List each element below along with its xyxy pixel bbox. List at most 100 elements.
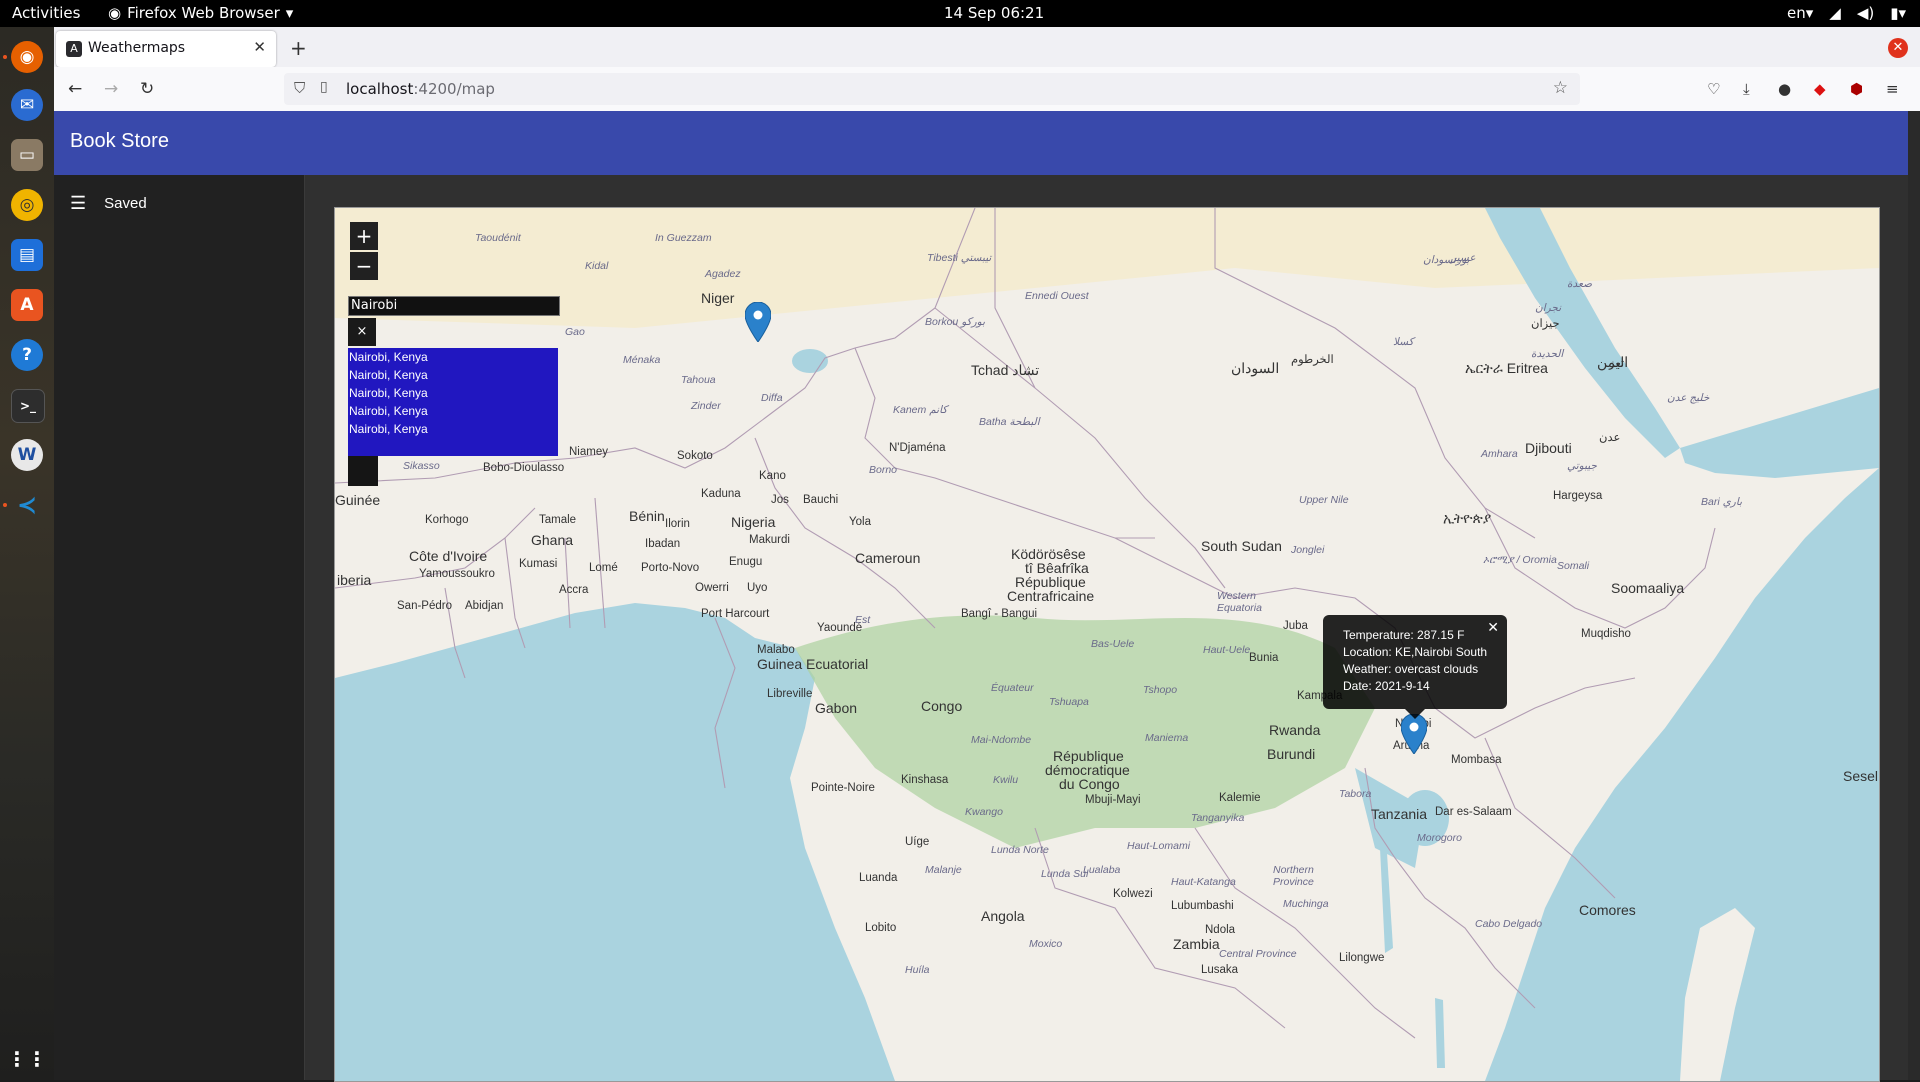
- map-label-tahoua: Tahoua: [681, 374, 716, 386]
- map-label-pointe-noire: Pointe-Noire: [811, 782, 875, 794]
- map-label-diffa: Diffa: [761, 392, 783, 404]
- files-icon[interactable]: ▭: [11, 139, 43, 171]
- ublock-icon[interactable]: ⬢: [1850, 80, 1863, 98]
- app-toolbar: Book Store: [54, 111, 1908, 175]
- bookmark-star-icon[interactable]: ☆: [1553, 78, 1568, 98]
- url-text[interactable]: localhost:4200/map: [346, 80, 495, 98]
- location-search-input[interactable]: Nairobi: [348, 296, 560, 316]
- libreoffice-icon[interactable]: W: [11, 439, 43, 471]
- map-label-agadez: Agadez: [705, 268, 741, 280]
- map-label-niger: Niger: [701, 290, 735, 306]
- map-label-abidjan: Abidjan: [465, 600, 504, 612]
- url-path: :4200/map: [413, 80, 495, 98]
- map-label-moxico: Moxico: [1029, 938, 1063, 950]
- downloads-icon[interactable]: ⤓: [1743, 80, 1750, 98]
- terminal-icon[interactable]: >_: [11, 389, 45, 423]
- search-result-item[interactable]: Nairobi, Kenya: [348, 384, 558, 402]
- page-scrollbar[interactable]: [1908, 111, 1920, 1080]
- extension-shield-icon[interactable]: ◆: [1814, 80, 1826, 98]
- thunderbird-icon[interactable]: ✉: [11, 89, 43, 121]
- map-label-bunia: Bunia: [1249, 652, 1279, 664]
- map-label-huila: Huíla: [905, 964, 930, 976]
- popup-close-icon[interactable]: ✕: [1487, 619, 1499, 636]
- writer-icon[interactable]: ▤: [11, 239, 43, 271]
- map-label-sesel: Sesel: [1843, 768, 1879, 784]
- activities-button[interactable]: Activities: [12, 4, 80, 22]
- map-label-equateur: Équateur: [991, 682, 1034, 694]
- map-label-malanje: Malanje: [925, 864, 962, 876]
- map-label-djibouti: Djibouti: [1525, 440, 1572, 456]
- language-indicator[interactable]: en▾: [1787, 4, 1813, 22]
- map-label-rca2: Centrafricaine: [1007, 588, 1095, 604]
- map-label-oromia: ኦሮሚያ / Oromia: [1483, 554, 1557, 566]
- map-label-ibadan: Ibadan: [645, 538, 681, 550]
- map-label-taiz: تعز: [1609, 358, 1625, 370]
- map-label-muqdisho: Muqdisho: [1581, 628, 1631, 640]
- pocket-icon[interactable]: ♡: [1707, 80, 1720, 98]
- vscode-icon[interactable]: ≺: [11, 489, 43, 521]
- map-label-makurdi: Makurdi: [749, 534, 790, 546]
- popup-tip: [1405, 709, 1425, 719]
- map-label-haut-uele: Haut-Uele: [1203, 644, 1251, 656]
- wifi-icon: ◢: [1829, 4, 1841, 22]
- map-label-kolwezi: Kolwezi: [1113, 888, 1153, 900]
- clock[interactable]: 14 Sep 06:21: [944, 4, 1044, 22]
- back-icon[interactable]: ←: [68, 79, 82, 99]
- map-label-dar-es-salaam: Dar es-Salaam: [1435, 806, 1512, 818]
- map-label-zambia: Zambia: [1173, 936, 1220, 952]
- popup-date: Date: 2021-9-14: [1343, 679, 1430, 693]
- tab-strip: [54, 27, 1920, 67]
- search-toggle-button[interactable]: [348, 456, 378, 486]
- url-bar[interactable]: ⛉ ▯ localhost:4200/map ☆: [284, 73, 1580, 105]
- map-label-port-harcourt: Port Harcourt: [701, 608, 770, 620]
- map-label-yola: Yola: [849, 516, 871, 528]
- software-icon[interactable]: A: [11, 289, 43, 321]
- language-label: en: [1786, 4, 1806, 22]
- map-label-jos: Jos: [771, 494, 789, 506]
- extension-spy-icon[interactable]: ●: [1778, 80, 1791, 98]
- map-label-lualaba: Lualaba: [1083, 864, 1121, 876]
- rhythmbox-icon[interactable]: ◎: [11, 189, 43, 221]
- grid-icon[interactable]: ⋮⋮: [7, 1043, 47, 1075]
- map-marker-icon[interactable]: [745, 302, 771, 342]
- sidenav-item-saved[interactable]: ☰ Saved: [70, 193, 147, 214]
- map-label-kwango: Kwango: [965, 806, 1003, 818]
- map-label-guinee: Guinée: [335, 492, 381, 508]
- map-label-burundi: Burundi: [1267, 746, 1316, 762]
- map-label-lobito: Lobito: [865, 922, 897, 934]
- popup-weather: Weather: overcast clouds: [1343, 662, 1479, 676]
- zoom-in-button[interactable]: +: [350, 222, 378, 250]
- map-marker-icon[interactable]: [1401, 714, 1427, 754]
- tab-weathermaps[interactable]: A Weathermaps ✕: [56, 31, 276, 67]
- search-result-item[interactable]: Nairobi, Kenya: [348, 366, 558, 384]
- clear-search-button[interactable]: ×: [348, 318, 376, 346]
- map-label-bobo: Bobo-Dioulasso: [483, 462, 565, 474]
- close-tab-icon[interactable]: ✕: [253, 38, 266, 56]
- tracking-shield-icon[interactable]: ⛉: [294, 79, 305, 97]
- app-menu[interactable]: ◉ Firefox Web Browser ▾: [108, 4, 293, 22]
- firefox-icon[interactable]: ◉: [11, 41, 43, 73]
- map-label-ndola: Ndola: [1205, 924, 1236, 936]
- hamburger-menu-icon[interactable]: ≡: [1886, 80, 1899, 98]
- search-result-item[interactable]: Nairobi, Kenya: [348, 348, 558, 366]
- map-label-somalia: Soomaaliya: [1611, 580, 1685, 596]
- forward-icon[interactable]: →: [104, 79, 118, 99]
- map-label-bas-uele: Bas-Uele: [1091, 638, 1135, 650]
- map-label-rwanda: Rwanda: [1269, 722, 1321, 738]
- app-title: Book Store: [70, 130, 169, 152]
- new-tab-icon[interactable]: +: [290, 36, 307, 60]
- window-close-icon[interactable]: ✕: [1888, 38, 1908, 58]
- zoom-out-button[interactable]: −: [350, 252, 378, 280]
- map-label-tanzania: Tanzania: [1371, 806, 1428, 822]
- popup-location: Location: KE,Nairobi South: [1343, 645, 1488, 659]
- search-result-item[interactable]: Nairobi, Kenya: [348, 420, 558, 438]
- map-view[interactable]: Niger Tchad تشاد السودان ኤርትራ Eritrea Dj…: [334, 207, 1880, 1082]
- page-info-icon[interactable]: ▯: [320, 79, 328, 95]
- map-label-port-sudan: بورتسودان: [1423, 254, 1470, 266]
- search-result-item[interactable]: Nairobi, Kenya: [348, 402, 558, 420]
- system-tray[interactable]: en▾ ◢ ◀) ▮▾: [1787, 4, 1906, 22]
- map-label-upper-nile: Upper Nile: [1299, 494, 1349, 506]
- map-label-sokoto: Sokoto: [677, 450, 713, 462]
- help-icon[interactable]: ?: [11, 339, 43, 371]
- reload-icon[interactable]: ↻: [140, 79, 154, 99]
